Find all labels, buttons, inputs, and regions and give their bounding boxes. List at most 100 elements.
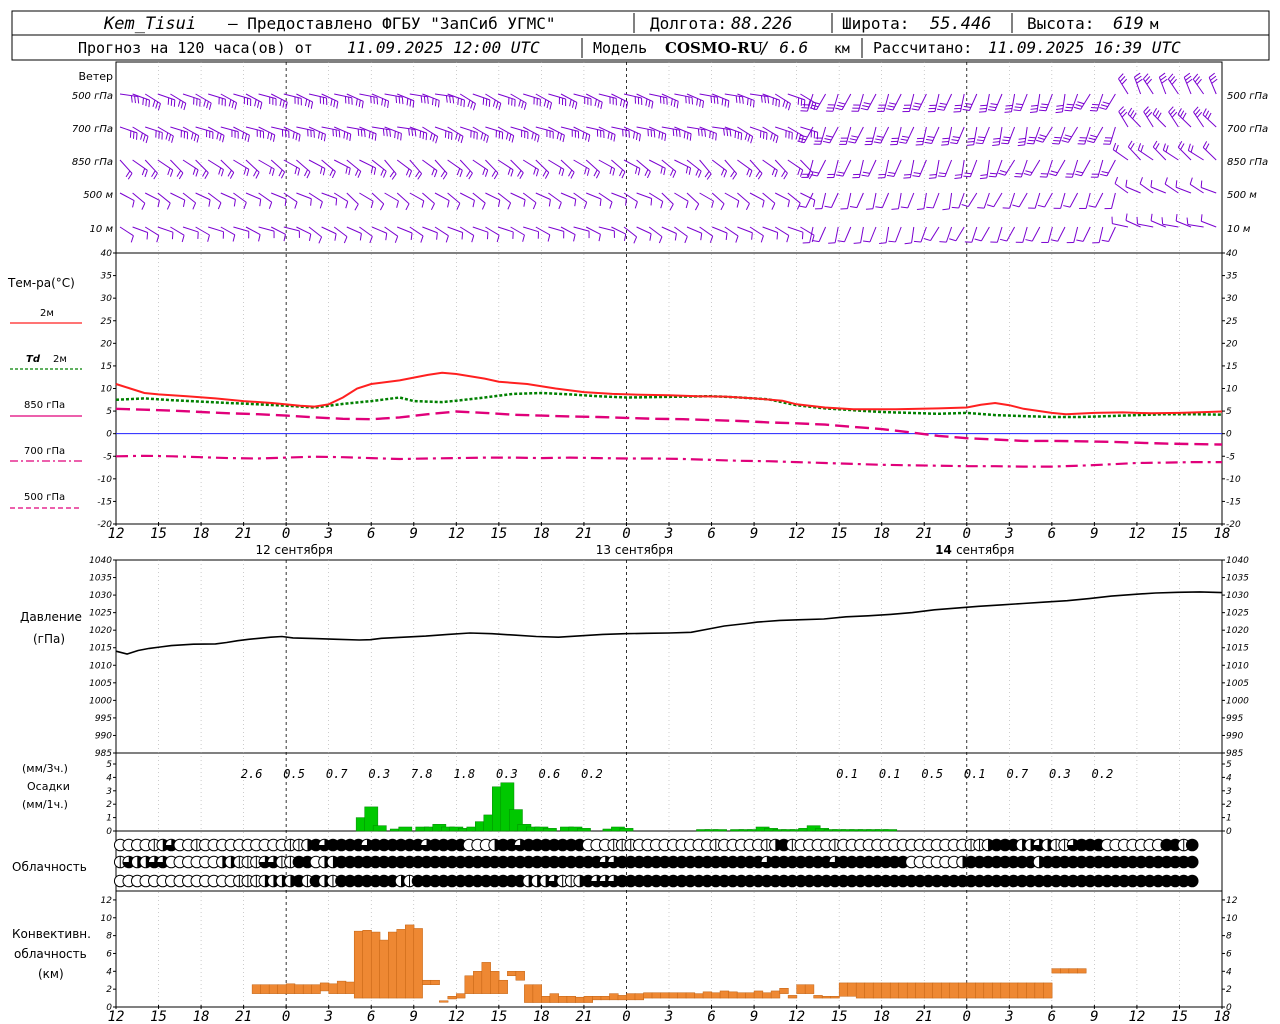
barb-feather: [1189, 177, 1193, 185]
barb-feather: [1200, 180, 1203, 188]
barb-feather: [435, 136, 439, 144]
conv-bar: [685, 992, 696, 999]
barb-feather: [1210, 75, 1217, 81]
conv-bar: [1060, 968, 1070, 974]
barb-feather: [837, 171, 845, 174]
wind-barb: [245, 93, 263, 110]
barb-feather: [963, 175, 971, 178]
barb-feather: [584, 167, 587, 175]
wind-barb: [346, 192, 359, 211]
barb-feather: [1076, 170, 1084, 174]
barb-feather: [491, 170, 497, 177]
barb-feather: [283, 234, 286, 242]
barb-feather: [704, 129, 707, 137]
barb-feather: [724, 99, 727, 107]
wind-barb: [1088, 192, 1104, 208]
wind-barb: [485, 192, 501, 207]
precip-sum-label: 0.3: [1049, 767, 1071, 781]
barb-feather: [1169, 76, 1176, 83]
barb-feather: [1183, 72, 1191, 78]
precip-sum-label: 0.3: [496, 767, 518, 781]
precip-tick-label: 2: [106, 800, 112, 810]
barb-feather: [1165, 145, 1169, 153]
barb-feather: [634, 166, 638, 174]
temp-tick-label: 10: [1226, 385, 1238, 395]
hour-labels-bottom: 12 15 18 21 0 3 6 9 12 15 18 21 0 3 6 9 12 15 18 21 0 3 6 9 12 15…: [108, 1005, 1230, 1024]
barb-feather: [229, 172, 235, 179]
barb-staff: [422, 126, 438, 137]
barb-staff: [447, 192, 461, 204]
barb-feather: [634, 201, 638, 209]
barb-feather: [976, 139, 984, 142]
wind-barb: [951, 192, 965, 209]
wind-barb: [170, 192, 186, 207]
barb-feather: [394, 131, 396, 139]
barb-staff: [233, 159, 250, 170]
wind-barb: [762, 159, 778, 178]
wind-barb: [1118, 106, 1129, 128]
barb-feather: [151, 170, 156, 177]
barb-feather: [889, 102, 897, 105]
conv-bar: [745, 992, 755, 999]
barb-staff: [1167, 78, 1179, 95]
barb-feather: [939, 102, 947, 105]
temp-tick-label: 10: [101, 385, 113, 395]
barb-feather: [689, 133, 692, 141]
barb-feather: [346, 132, 349, 140]
barb-feather: [849, 138, 857, 141]
barb-feather: [1114, 176, 1119, 184]
barb-feather: [425, 133, 428, 141]
barb-staff: [1150, 186, 1166, 194]
wind-barb: [724, 192, 740, 208]
barb-feather: [447, 200, 450, 208]
barb-feather: [1028, 136, 1036, 139]
wind-barb: [585, 93, 603, 110]
barb-staff: [787, 226, 804, 233]
barb-staff: [258, 159, 275, 170]
barb-feather: [132, 200, 135, 208]
wind-barb: [270, 93, 288, 110]
barb-feather: [937, 175, 945, 178]
barb-feather: [1112, 142, 1117, 150]
conv-bar: [260, 984, 270, 994]
barb-feather: [320, 132, 323, 140]
temp-tick-label: 15: [1226, 362, 1238, 372]
barb-feather: [899, 141, 907, 144]
barb-feather: [1090, 134, 1098, 138]
alt-label: Высота:: [1027, 14, 1094, 33]
conv-bar: [464, 975, 474, 994]
barb-feather: [1207, 112, 1212, 120]
hour-label: 9: [410, 526, 418, 542]
barb-feather: [1038, 109, 1047, 112]
wind-barb: [233, 126, 250, 143]
wind-barb: [990, 226, 1003, 243]
barb-feather: [169, 169, 174, 177]
alt-unit: м: [1150, 17, 1159, 33]
wind-barb: [384, 192, 399, 208]
barb-feather: [1155, 143, 1160, 150]
barb-staff: [1061, 93, 1066, 112]
pressure-tick-label: 1000: [89, 696, 112, 706]
barb-feather: [534, 133, 537, 141]
barb-feather: [684, 236, 688, 244]
barb-feather: [593, 169, 598, 177]
barb-feather: [177, 99, 181, 107]
barb-staff: [371, 226, 387, 234]
barb-staff: [711, 192, 725, 205]
pressure-tick-label: 1010: [1226, 661, 1249, 671]
wind-barb: [1089, 93, 1104, 112]
barb-feather: [648, 100, 651, 108]
barb-feather: [672, 128, 675, 137]
barb-feather: [420, 95, 423, 103]
barb-feather: [713, 96, 716, 104]
barb-feather: [507, 167, 511, 175]
barb-feather: [166, 202, 171, 210]
barb-feather: [999, 169, 1007, 173]
wind-barb: [144, 93, 161, 111]
hour-label: 12: [1128, 1009, 1145, 1024]
barb-feather: [218, 167, 222, 175]
barb-feather: [787, 103, 791, 111]
barb-feather: [176, 170, 182, 177]
barb-feather: [658, 236, 663, 244]
wind-barb: [886, 159, 902, 177]
